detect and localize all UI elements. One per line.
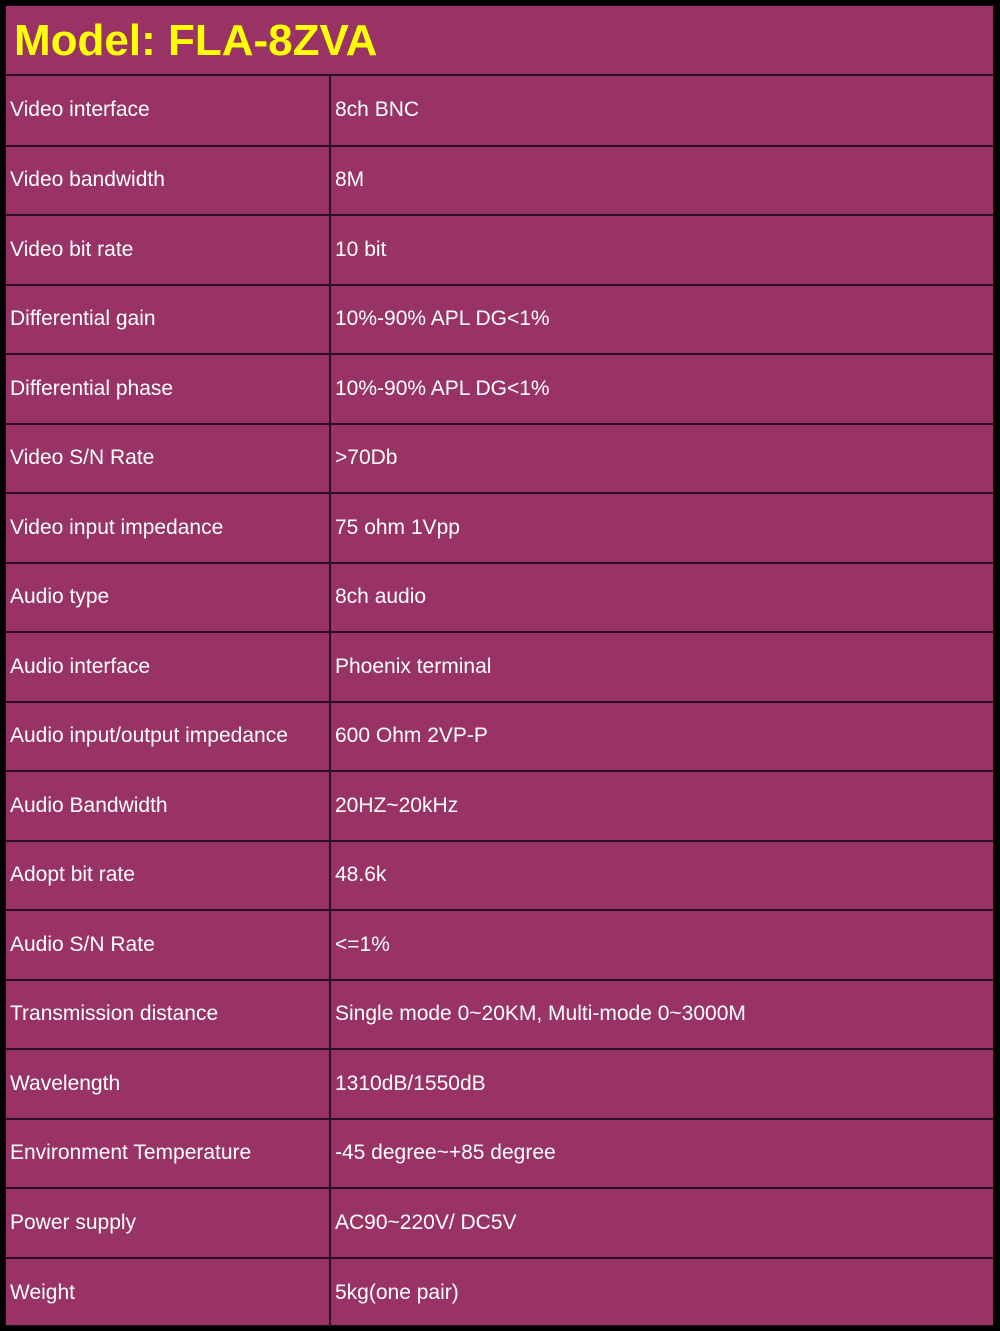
table-row: Transmission distance Single mode 0~20KM,…: [6, 979, 993, 1050]
spec-value: 5kg(one pair): [335, 1280, 459, 1304]
spec-label: Audio Bandwidth: [6, 771, 331, 842]
spec-label: Video bit rate: [6, 215, 331, 286]
table-row: Adopt bit rate 48.6k: [6, 840, 993, 911]
spec-label: Audio type: [6, 562, 331, 633]
spec-value: 75 ohm 1Vpp: [330, 493, 993, 564]
spec-value: -45 degree~+85 degree: [330, 1118, 993, 1189]
spec-label: Adopt bit rate: [6, 840, 331, 911]
table-row: Wavelength 1310dB/1550dB: [6, 1049, 993, 1120]
spec-label: Environment Temperature: [6, 1118, 331, 1189]
spec-label: Video bandwidth: [6, 145, 331, 216]
spec-label: Weight: [6, 1257, 331, 1327]
spec-value: 600 Ohm 2VP-P: [330, 701, 993, 772]
table-row: Video interface 8ch BNC: [6, 76, 993, 147]
table-row: Weight 5kg(one pair): [6, 1257, 993, 1327]
spec-label: Audio input/output impedance: [6, 701, 331, 772]
spec-table-body: Video interface 8ch BNC Video bandwidth 8M V…: [6, 76, 993, 1327]
spec-value: 10%-90% APL DG<1%: [330, 284, 993, 355]
table-row: Video bit rate 10 bit: [6, 215, 993, 286]
spec-label: Video S/N Rate: [6, 423, 331, 494]
spec-label: Audio S/N Rate: [6, 910, 331, 981]
spec-value: <=1%: [330, 910, 993, 981]
spec-value: 48.6k: [330, 840, 993, 911]
spec-label: Video input impedance: [6, 493, 331, 564]
spec-label: Power supply: [6, 1188, 331, 1259]
spec-value: >70Db: [330, 423, 993, 494]
spec-label: Transmission distance: [6, 979, 331, 1050]
table-row: Video input impedance 75 ohm 1Vpp: [6, 493, 993, 564]
spec-value: 8M: [330, 145, 993, 216]
table-row: Video S/N Rate >70Db: [6, 423, 993, 494]
table-row: Audio Bandwidth 20HZ~20kHz: [6, 771, 993, 842]
table-row: Audio input/output impedance 600 Ohm 2VP-…: [6, 701, 993, 772]
spec-value: 8ch BNC: [330, 76, 993, 147]
spec-value: Phoenix terminal: [330, 632, 993, 703]
model-title: Model: FLA-8ZVA: [6, 6, 993, 76]
spec-label: Audio interface: [6, 632, 331, 703]
table-row: Differential gain 10%-90% APL DG<1%: [6, 284, 993, 355]
spec-value: AC90~220V/ DC5V: [330, 1188, 993, 1259]
table-row: Audio S/N Rate <=1%: [6, 910, 993, 981]
table-row: Audio type 8ch audio: [6, 562, 993, 633]
spec-label: Wavelength: [6, 1049, 331, 1120]
spec-label: Video interface: [6, 76, 331, 147]
spec-value: 20HZ~20kHz: [330, 771, 993, 842]
spec-value: 10 bit: [330, 215, 993, 286]
table-row: Power supply AC90~220V/ DC5V: [6, 1188, 993, 1259]
table-row: Video bandwidth 8M: [6, 145, 993, 216]
spec-value: 10%-90% APL DG<1%: [330, 354, 993, 425]
spec-label: Differential phase: [6, 354, 331, 425]
spec-table: Video interface 8ch BNC Video bandwidth 8M V…: [6, 76, 993, 1327]
spec-value: Single mode 0~20KM, Multi-mode 0~3000M: [330, 979, 993, 1050]
table-row: Audio interface Phoenix terminal: [6, 632, 993, 703]
spec-value: 1310dB/1550dB: [330, 1049, 993, 1120]
spec-sheet: Model: FLA-8ZVA Video interface 8ch BNC Vi…: [5, 5, 994, 1327]
table-row: Differential phase 10%-90% APL DG<1%: [6, 354, 993, 425]
table-row: Environment Temperature -45 degree~+85 de…: [6, 1118, 993, 1189]
spec-label: Differential gain: [6, 284, 331, 355]
spec-value: 8ch audio: [330, 562, 993, 633]
